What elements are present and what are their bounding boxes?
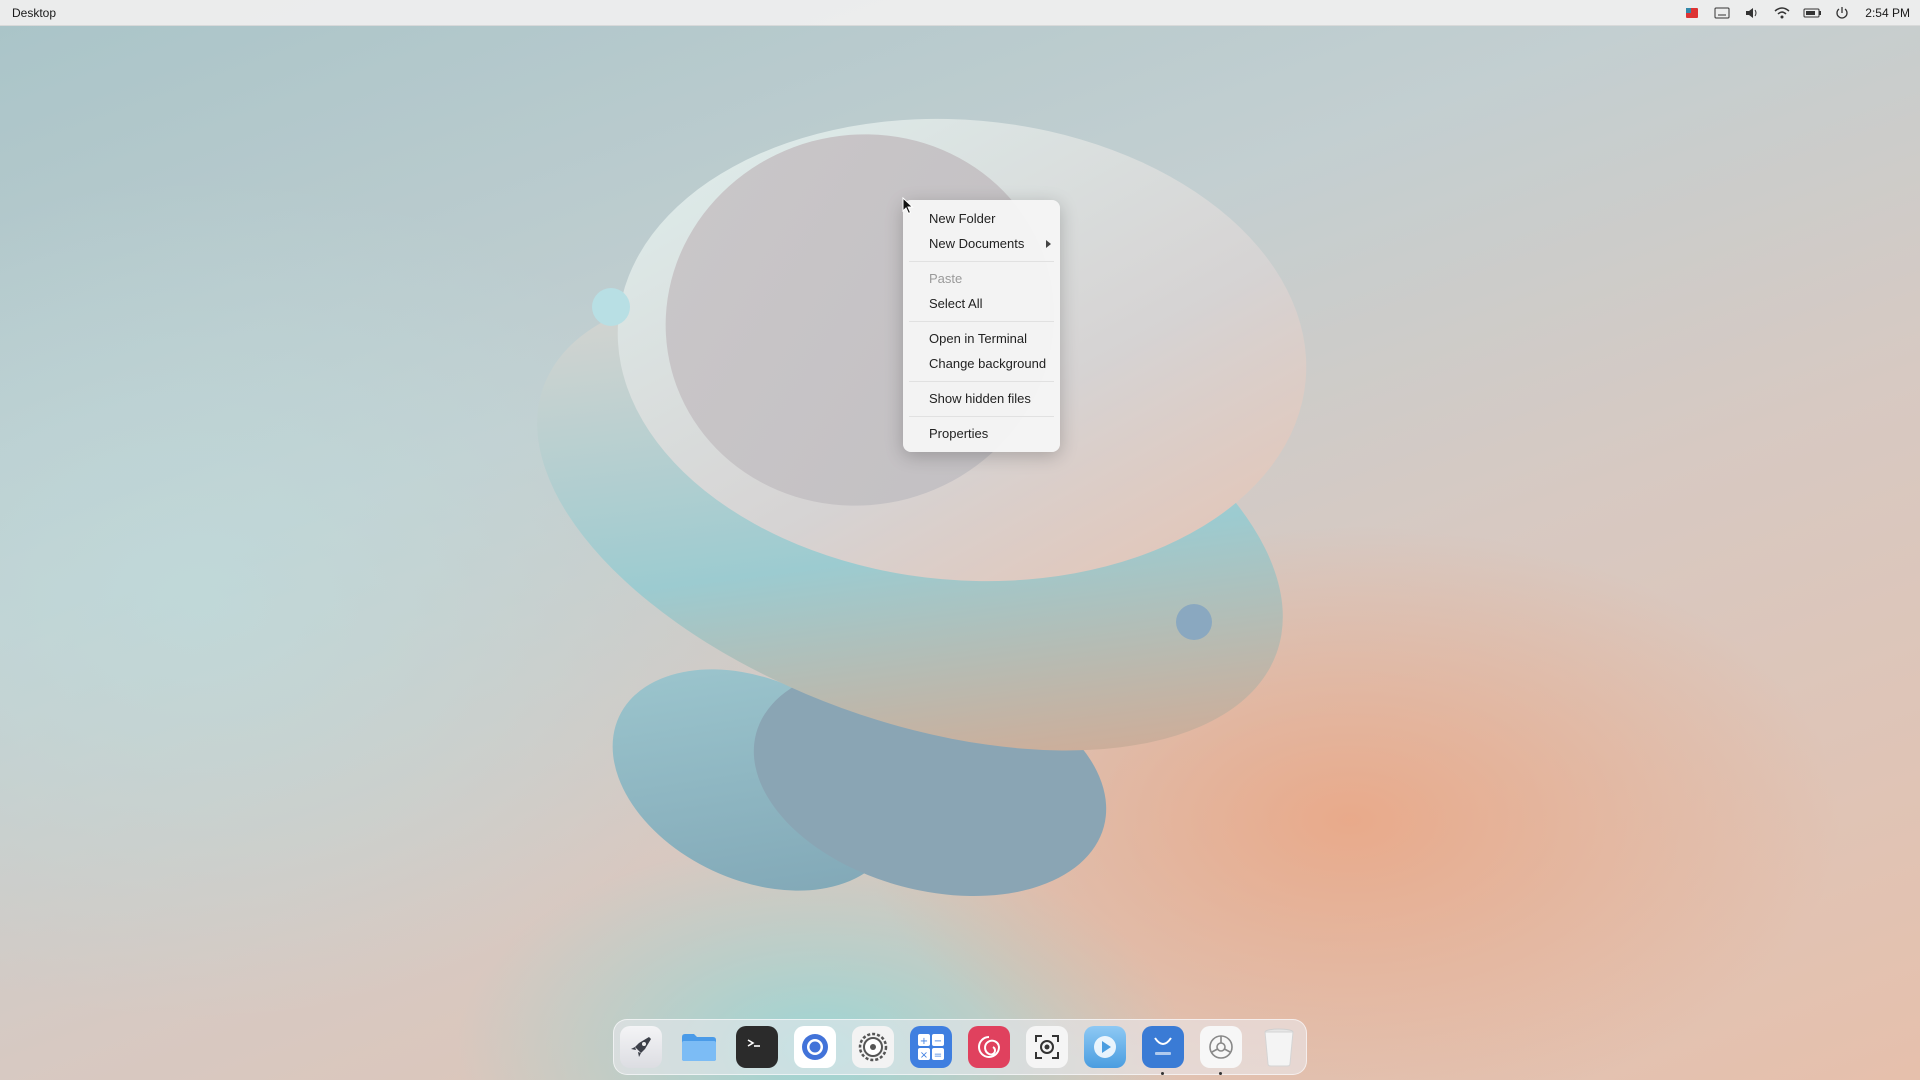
dock-item-terminal[interactable]: [734, 1024, 780, 1070]
menu-item-paste: Paste: [929, 271, 963, 286]
dock-item-trash[interactable]: [1256, 1024, 1302, 1070]
menu-item-new-folder[interactable]: New Folder: [903, 206, 1060, 231]
svg-text:=: =: [934, 1050, 942, 1061]
svg-text:−: −: [934, 1036, 942, 1047]
camera-icon: [1026, 1026, 1068, 1068]
dock-item-launcher[interactable]: [618, 1024, 664, 1070]
volume-icon[interactable]: [1743, 4, 1761, 22]
dock-item-screenshot[interactable]: [1024, 1024, 1070, 1070]
clock[interactable]: 2:54 PM: [1865, 6, 1910, 20]
dock-item-media-player[interactable]: [1082, 1024, 1128, 1070]
dock-item-calculator[interactable]: + − × =: [908, 1024, 954, 1070]
dock-item-debian-app[interactable]: [966, 1024, 1012, 1070]
menu-separator: [909, 321, 1054, 322]
menu-item-select-all[interactable]: Select All: [903, 291, 1060, 316]
gear-icon: [852, 1026, 894, 1068]
shopping-bag-icon: [1142, 1026, 1184, 1068]
system-tray: 2:54 PM: [1683, 0, 1910, 25]
swirl-icon: [968, 1026, 1010, 1068]
mouse-cursor-icon: [902, 197, 914, 215]
top-panel: Desktop 2:54 PM: [0, 0, 1920, 26]
play-icon: [1084, 1026, 1126, 1068]
dock-item-browser[interactable]: [792, 1024, 838, 1070]
running-indicator: [1219, 1072, 1222, 1075]
flag-icon[interactable]: [1683, 4, 1701, 22]
dock-item-settings[interactable]: [850, 1024, 896, 1070]
trash-icon: [1258, 1026, 1300, 1068]
menu-item-properties[interactable]: Properties: [903, 421, 1060, 446]
terminal-icon: [736, 1026, 778, 1068]
menu-item-new-documents[interactable]: New Documents: [903, 231, 1060, 256]
context-menu: New Folder New Documents Paste Select Al…: [903, 200, 1060, 452]
dock-item-system-settings[interactable]: [1198, 1024, 1244, 1075]
keyboard-icon[interactable]: [1713, 4, 1731, 22]
running-indicator: [1161, 1072, 1164, 1075]
menu-item-change-background[interactable]: Change background: [903, 351, 1060, 376]
desktop-background[interactable]: [0, 0, 1920, 1080]
dock-item-app-store[interactable]: [1140, 1024, 1186, 1075]
browser-icon: [794, 1026, 836, 1068]
wifi-icon[interactable]: [1773, 4, 1791, 22]
menu-separator: [909, 416, 1054, 417]
menu-item-open-in-terminal[interactable]: Open in Terminal: [903, 326, 1060, 351]
dock-item-file-manager[interactable]: [676, 1024, 722, 1070]
cog-icon: [1200, 1026, 1242, 1068]
folder-icon: [678, 1026, 720, 1068]
calculator-icon: + − × =: [910, 1026, 952, 1068]
svg-text:+: +: [920, 1036, 928, 1047]
dock: + − × =: [613, 1019, 1307, 1075]
menu-item-show-hidden-files[interactable]: Show hidden files: [903, 386, 1060, 411]
battery-icon[interactable]: [1803, 4, 1822, 22]
wallpaper-art: [537, 118, 1307, 897]
panel-title: Desktop: [12, 6, 57, 20]
submenu-arrow-icon: [1046, 240, 1051, 248]
power-icon[interactable]: [1833, 4, 1851, 22]
menu-separator: [909, 381, 1054, 382]
menu-separator: [909, 261, 1054, 262]
svg-text:×: ×: [920, 1050, 928, 1061]
rocket-icon: [620, 1026, 662, 1068]
